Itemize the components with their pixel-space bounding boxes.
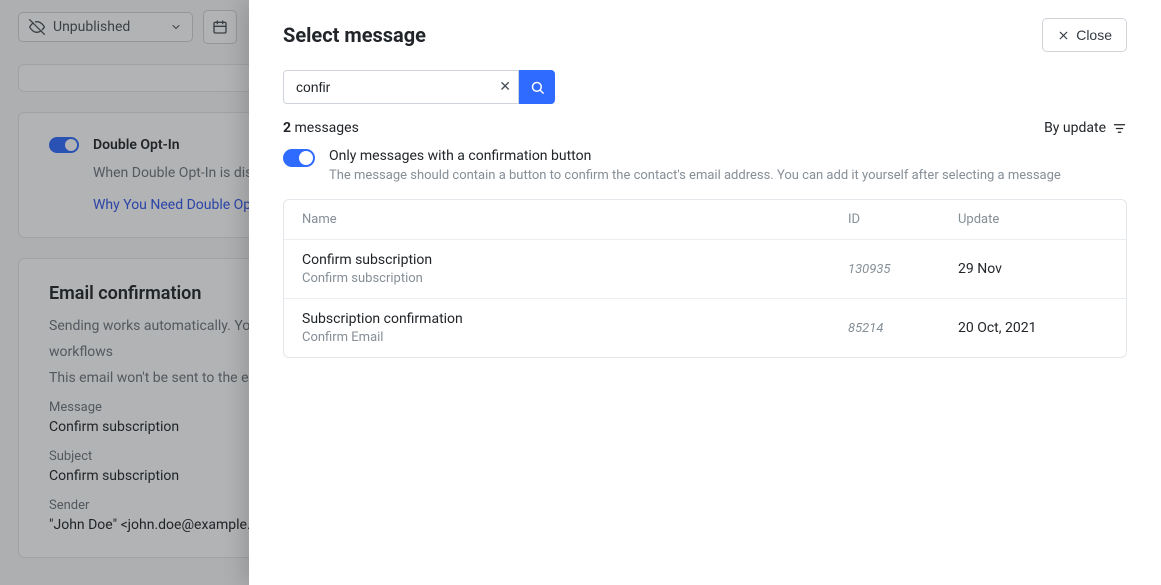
message-id: 85214 [848, 321, 958, 336]
confirmation-filter-desc: The message should contain a button to c… [329, 168, 1061, 183]
message-sub: Confirm Email [302, 330, 848, 345]
col-name: Name [302, 212, 848, 227]
sort-label: By update [1044, 120, 1106, 136]
close-icon: ✕ [499, 79, 511, 95]
table-row[interactable]: Confirm subscription Confirm subscriptio… [284, 239, 1126, 298]
select-message-modal: Select message Close ✕ 2 messages [249, 0, 1161, 585]
search-wrapper: ✕ [283, 70, 519, 104]
close-button[interactable]: Close [1042, 18, 1127, 52]
search-row: ✕ [283, 70, 1127, 104]
confirmation-filter-text: Only messages with a confirmation button… [329, 148, 1061, 183]
search-input[interactable] [283, 70, 519, 104]
col-update: Update [958, 212, 1108, 227]
messages-table: Name ID Update Confirm subscription Conf… [283, 199, 1127, 358]
close-label: Close [1076, 27, 1112, 43]
message-name: Confirm subscription [302, 252, 848, 268]
results-count-number: 2 [283, 120, 291, 136]
confirmation-filter-title: Only messages with a confirmation button [329, 148, 1061, 164]
clear-search-button[interactable]: ✕ [499, 80, 511, 94]
col-id: ID [848, 212, 958, 227]
results-count: 2 messages [283, 120, 359, 136]
confirmation-filter-toggle[interactable] [283, 149, 315, 167]
cell-name: Subscription confirmation Confirm Email [302, 311, 848, 345]
message-id: 130935 [848, 262, 958, 277]
sort-dropdown[interactable]: By update [1044, 120, 1127, 136]
sort-icon [1112, 121, 1127, 136]
cell-name: Confirm subscription Confirm subscriptio… [302, 252, 848, 286]
results-count-word: messages [295, 120, 359, 136]
count-sort-row: 2 messages By update [283, 120, 1127, 136]
search-button[interactable] [519, 70, 555, 104]
message-sub: Confirm subscription [302, 271, 848, 286]
table-header: Name ID Update [284, 200, 1126, 239]
confirmation-filter-row: Only messages with a confirmation button… [283, 148, 1127, 183]
message-name: Subscription confirmation [302, 311, 848, 327]
close-icon [1057, 29, 1070, 42]
message-date: 20 Oct, 2021 [958, 320, 1108, 336]
search-icon [530, 80, 545, 95]
table-row[interactable]: Subscription confirmation Confirm Email … [284, 298, 1126, 357]
modal-title: Select message [283, 23, 426, 47]
message-date: 29 Nov [958, 261, 1108, 277]
modal-header: Select message Close [283, 18, 1127, 52]
